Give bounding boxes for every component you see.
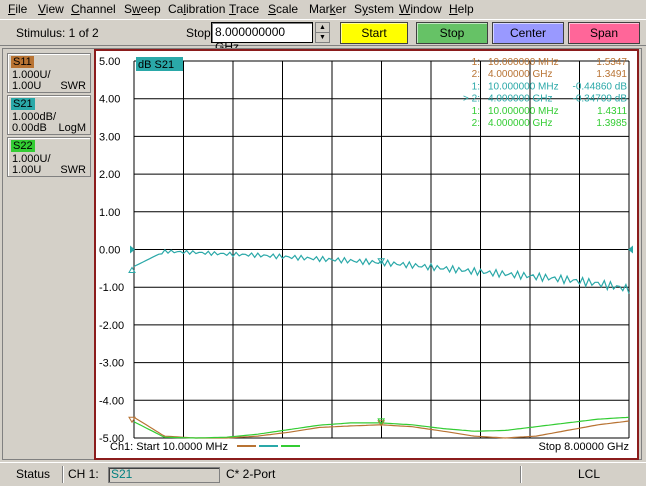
y-tick-label: -1.00 (99, 282, 124, 294)
spin-down-icon[interactable]: ▼ (316, 33, 329, 43)
calibration-status: C* 2-Port (226, 467, 276, 481)
toolbar: Stimulus: 1 of 2 Stop 8.000000000 GHz ▲ … (0, 19, 646, 54)
y-tick-label: 0.00 (99, 245, 120, 257)
marker-id: 2: (472, 69, 480, 80)
trace-card-s11[interactable]: S11 1.000U/ 1.00U SWR (7, 53, 91, 93)
trace-name: S21 (11, 98, 35, 110)
y-tick-label: -3.00 (99, 358, 124, 370)
menu-item[interactable]: Window (399, 2, 442, 17)
menu-item[interactable]: Marker (309, 2, 346, 17)
center-button[interactable]: Center (492, 22, 564, 44)
status-bar: Status CH 1: S21 C* 2-Port LCL (0, 462, 646, 486)
stop-label: Stop (186, 26, 211, 40)
marker-frequency: 10.000000 MHz (488, 81, 559, 92)
y-tick-label: -2.00 (99, 320, 124, 332)
marker-frequency: 4.000000 GHz (488, 118, 553, 129)
marker-value: 1.3985 (596, 118, 627, 129)
marker-value: -0.44860 dB (573, 81, 628, 92)
status-channel: CH 1: (68, 467, 99, 481)
trace-name: S22 (11, 140, 35, 152)
trace-ref: 0.00dB (12, 122, 47, 134)
y-tick-label: 3.00 (99, 131, 120, 143)
menu-item[interactable]: View (38, 2, 64, 17)
span-button[interactable]: Span (568, 22, 640, 44)
trace-card-s21[interactable]: S21 1.000dB/ 0.00dB LogM (7, 95, 91, 135)
menu-item[interactable]: Sweep (124, 2, 161, 17)
trace-format: SWR (60, 80, 86, 92)
y-tick-label: 2.00 (99, 169, 120, 181)
menu-item[interactable]: Scale (268, 2, 298, 17)
trace-ref: 1.00U (12, 164, 42, 176)
start-button[interactable]: Start (340, 22, 408, 44)
marker-id: 1: (472, 81, 480, 92)
trace-format: SWR (60, 164, 86, 176)
marker-id: 1: (472, 106, 480, 117)
marker-frequency: 10.000000 MHz (488, 57, 559, 68)
active-trace: S21 (111, 467, 133, 481)
status-divider (520, 466, 522, 483)
marker-value: 1.3491 (596, 69, 627, 80)
sweep-start-label: Ch1: Start 10.0000 MHz (110, 441, 228, 453)
trace-tag-label: dB S21 (138, 59, 174, 71)
menu-item[interactable]: Help (449, 2, 474, 17)
stimulus-label: Stimulus: 1 of 2 (16, 26, 99, 40)
menu-item[interactable]: File (8, 2, 27, 17)
trace-ref: 1.00U (12, 80, 42, 92)
sweep-stop-label: Stop 8.00000 GHz (538, 441, 629, 453)
remote-status: LCL (578, 467, 601, 481)
stop-frequency-input[interactable]: 8.000000000 GHz (211, 22, 313, 54)
trace-name: S11 (11, 56, 34, 68)
menu-item[interactable]: Calibration (168, 2, 225, 17)
stop-button[interactable]: Stop (416, 22, 488, 44)
marker-frequency: 10.000000 MHz (488, 106, 559, 117)
trace-card-s22[interactable]: S22 1.000U/ 1.00U SWR (7, 137, 91, 177)
menu-item[interactable]: System (354, 2, 394, 17)
status-divider (62, 466, 64, 483)
marker-value: -0.34709 dB (573, 94, 628, 105)
menu-bar: File View Channel Sweep Calibration Trace Scal… (0, 0, 646, 19)
trace-panel: S11 1.000U/ 1.00U SWR S21 1.000dB/ 0.00d… (7, 53, 91, 179)
marker-frequency: 4.000000 GHz (488, 69, 553, 80)
marker-value: 1.5347 (596, 57, 627, 68)
vna-plot[interactable]: 5.00 4.00 3.00 2.00 1.00 0.00 -1.00 -2.00 -3.00 -… (96, 51, 637, 458)
y-tick-label: 5.00 (99, 56, 120, 68)
y-tick-label: -4.00 (99, 395, 124, 407)
marker-id: 1: (472, 57, 480, 68)
status-label: Status (16, 467, 51, 481)
marker-id: > 2: (463, 94, 480, 105)
marker-value: 1.4311 (597, 106, 627, 117)
menu-item[interactable]: Channel (71, 2, 116, 17)
y-tick-label: 1.00 (99, 207, 120, 219)
menu-item[interactable]: Trace (229, 2, 259, 17)
y-tick-label: 4.00 (99, 94, 120, 106)
trace-format: LogM (58, 122, 86, 134)
marker-frequency: 4.000000 GHz (488, 94, 553, 105)
frequency-spinner[interactable]: ▲ ▼ (315, 22, 330, 43)
spin-up-icon[interactable]: ▲ (316, 23, 329, 33)
marker-id: 2: (472, 118, 480, 129)
